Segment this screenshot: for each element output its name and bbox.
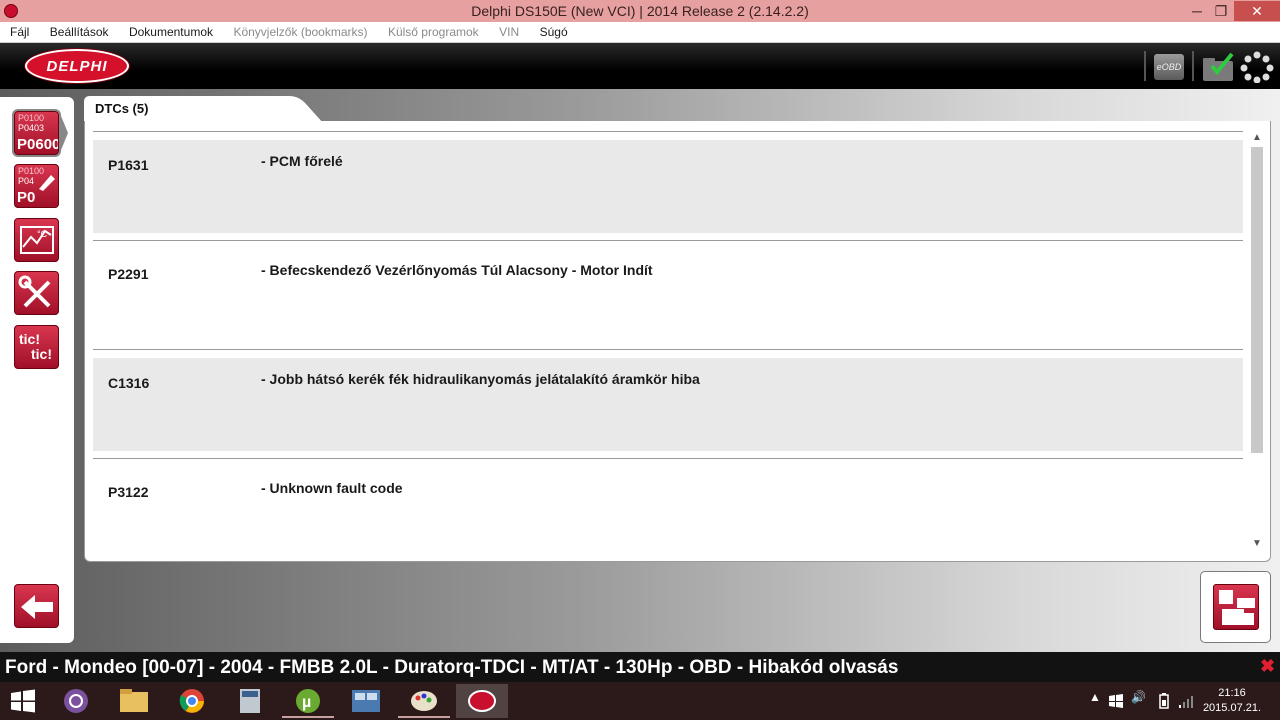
show-hidden-icons[interactable]: ▲ [1089, 690, 1101, 704]
delphi-taskbar-icon[interactable] [456, 684, 508, 718]
menu-bar: Fájl Beállítások Dokumentumok Könyvjelző… [0, 22, 1280, 43]
dtc-list: P1631 - PCM főrelé P2291 - Befecskendező… [93, 131, 1243, 561]
menu-bookmarks[interactable]: Könyvjelzők (bookmarks) [225, 22, 375, 39]
control-panel-taskbar-icon[interactable] [340, 684, 392, 718]
vertical-scrollbar[interactable]: ▲ ▼ [1249, 131, 1265, 551]
dtc-description: - Jobb hátsó kerék fék hidraulikanyomás … [261, 371, 700, 387]
dtc-tab-label: DTCs (5) [95, 101, 149, 116]
app-header: DELPHI eOBD [0, 43, 1280, 89]
calculator-taskbar-icon[interactable] [224, 684, 276, 718]
vehicle-status-bar: Ford - Mondeo [00-07] - 2004 - FMBB 2.0L… [0, 652, 1280, 682]
dtc-code: P1631 [108, 157, 149, 173]
main-area: P0100 P0403 P0600 P0100 P04 P0 °C tic! t… [0, 89, 1280, 652]
header-divider [1192, 51, 1194, 81]
dtc-code: C1316 [108, 375, 150, 391]
dtc-code: P2291 [108, 266, 149, 282]
clock-time: 21:16 [1218, 687, 1246, 699]
menu-vin[interactable]: VIN [491, 22, 527, 39]
windows-taskbar: µ ▲ 🔊 21:16 2015.07.21. [0, 682, 1280, 720]
delphi-logo: DELPHI [25, 49, 129, 83]
pencil-icon [39, 175, 55, 191]
clock-date: 2015.07.21. [1202, 702, 1262, 714]
dtc-row[interactable]: P2291 - Befecskendező Vezérlőnyomás Túl … [93, 240, 1243, 349]
dtc-code: P3122 [108, 484, 149, 500]
svg-text:°C: °C [37, 229, 48, 239]
dtc-icon-text: P0600 [17, 136, 59, 153]
tic-text: tic! [31, 346, 52, 362]
scroll-thumb[interactable] [1251, 147, 1263, 453]
restore-button[interactable]: ❐ [1210, 1, 1232, 21]
system-clock[interactable]: 21:16 2015.07.21. [1200, 686, 1264, 716]
read-dtc-button[interactable]: P0100 P0403 P0600 [14, 111, 59, 155]
tic-text: tic! [19, 331, 40, 347]
active-indicator-arrow [59, 111, 68, 155]
dtc-icon-text: P04 [18, 176, 35, 186]
wrench-screwdriver-icon [18, 275, 51, 308]
dtc-row[interactable]: C1316 - Jobb hátsó kerék fék hidraulikan… [93, 349, 1243, 458]
menu-documents[interactable]: Dokumentumok [121, 22, 221, 39]
menu-help[interactable]: Súgó [532, 22, 576, 39]
logo-text: DELPHI [46, 58, 108, 75]
report-button[interactable] [1200, 571, 1271, 643]
window-title: Delphi DS150E (New VCI) | 2014 Release 2… [471, 3, 809, 19]
minimize-button[interactable]: ─ [1186, 1, 1208, 21]
menu-file[interactable]: Fájl [0, 22, 37, 39]
volume-icon[interactable]: 🔊 [1131, 690, 1146, 704]
windows-start-icon[interactable] [10, 689, 36, 713]
live-data-chart-icon: °C [20, 226, 54, 254]
title-bar: Delphi DS150E (New VCI) | 2014 Release 2… [0, 0, 1280, 22]
dtc-description: - Befecskendező Vezérlőnyomás Túl Alacso… [261, 262, 653, 278]
chrome-taskbar-icon[interactable] [166, 684, 218, 718]
close-session-icon[interactable]: ✖ [1260, 656, 1275, 677]
left-sidebar: P0100 P0403 P0600 P0100 P04 P0 °C tic! t… [0, 97, 74, 643]
dtc-icon-text: P0403 [18, 123, 45, 133]
dtc-row[interactable]: P3122 - Unknown fault code [93, 458, 1243, 561]
paint-taskbar-icon[interactable] [398, 684, 450, 718]
dtc-description: - Unknown fault code [261, 480, 403, 496]
menu-settings[interactable]: Beállítások [42, 22, 117, 39]
loading-gear-icon[interactable] [1240, 51, 1274, 83]
close-button[interactable]: ✕ [1234, 1, 1280, 21]
dtc-row[interactable]: P1631 - PCM főrelé [93, 131, 1243, 240]
eobd-button[interactable]: eOBD [1154, 54, 1184, 80]
scroll-up-icon[interactable]: ▲ [1249, 131, 1265, 145]
folder-check-icon[interactable] [1202, 52, 1234, 82]
dtc-icon-text: P0 [17, 189, 36, 206]
scroll-down-icon[interactable]: ▼ [1249, 537, 1265, 551]
vehicle-info: Ford - Mondeo [00-07] - 2004 - FMBB 2.0L… [5, 657, 899, 678]
clear-dtc-button[interactable]: P0100 P04 P0 [14, 164, 59, 208]
battery-icon[interactable] [1158, 693, 1170, 709]
viber-taskbar-icon[interactable] [50, 684, 102, 718]
action-center-icon[interactable] [1108, 694, 1124, 708]
dtc-panel: P1631 - PCM főrelé P2291 - Befecskendező… [84, 121, 1271, 562]
dtc-description: - PCM főrelé [261, 153, 343, 169]
menu-external-programs[interactable]: Külső programok [380, 22, 487, 39]
file-explorer-taskbar-icon[interactable] [108, 684, 160, 718]
utorrent-taskbar-icon[interactable]: µ [282, 684, 334, 718]
report-icon [1219, 590, 1255, 625]
report-icon-frame [1213, 584, 1259, 630]
network-signal-icon[interactable] [1178, 693, 1194, 709]
dtc-icon-text: P0100 [18, 113, 45, 123]
header-divider [1144, 51, 1146, 81]
back-button[interactable] [14, 584, 59, 628]
live-data-button[interactable]: °C [14, 218, 59, 262]
svg-text:µ: µ [302, 694, 311, 711]
service-tools-button[interactable] [14, 271, 59, 315]
tic-button[interactable]: tic! tic! [14, 325, 59, 369]
back-arrow-icon [21, 595, 53, 619]
